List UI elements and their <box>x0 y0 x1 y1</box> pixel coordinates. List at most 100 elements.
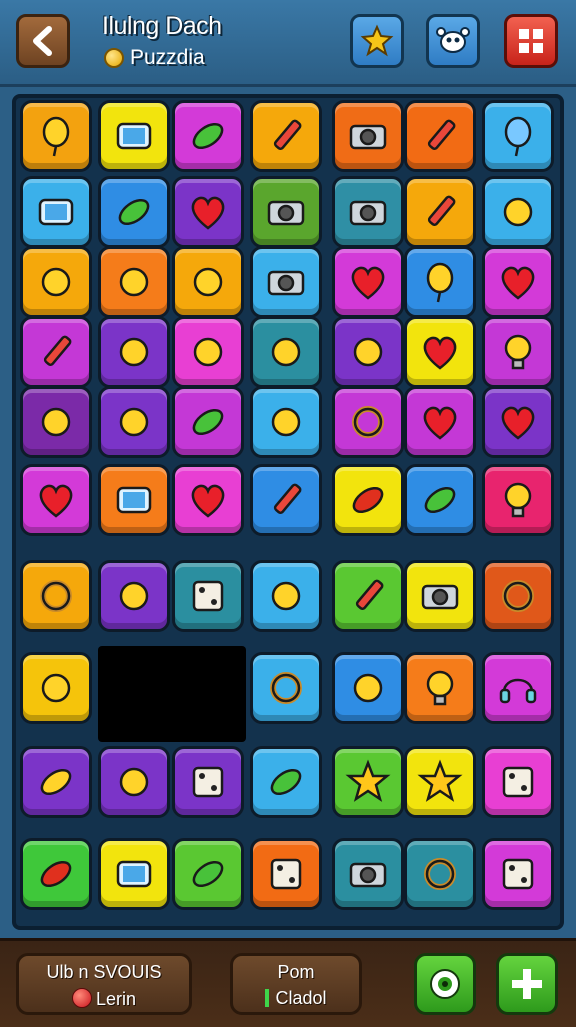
tile-marker[interactable] <box>250 100 322 172</box>
left-panel-line2-row: Lerin <box>19 988 189 1010</box>
tile-phone-case[interactable] <box>98 464 170 536</box>
tile-banana[interactable] <box>20 746 92 818</box>
radio-icon <box>267 270 305 296</box>
character-button[interactable] <box>426 14 480 68</box>
eye-refresh-button[interactable] <box>414 953 476 1015</box>
tile-leaf[interactable] <box>172 386 244 458</box>
tile-chili[interactable] <box>332 464 404 536</box>
tile-speech[interactable] <box>172 838 244 910</box>
tile-hairdryer[interactable] <box>98 746 170 818</box>
tile-phone[interactable] <box>98 838 170 910</box>
tile-dragon[interactable] <box>20 246 92 318</box>
tile-bean[interactable] <box>20 838 92 910</box>
tile-leaf-pot[interactable] <box>250 746 322 818</box>
lightbulb-icon <box>504 334 532 370</box>
tile-bird[interactable] <box>250 386 322 458</box>
grid-menu-button[interactable] <box>504 14 558 68</box>
cheese-icon <box>193 337 223 367</box>
tile-lightbulb[interactable] <box>482 316 554 388</box>
tile-gear-ring[interactable] <box>404 838 476 910</box>
tile-flashlight[interactable] <box>250 316 322 388</box>
tile-joystick[interactable] <box>20 652 92 724</box>
pencil-icon <box>43 335 72 366</box>
tile-water-drop[interactable] <box>482 100 554 172</box>
tile-dice[interactable] <box>172 560 244 632</box>
subtitle: Puzzdia <box>130 46 205 69</box>
green-bar-icon <box>265 989 270 1007</box>
pickle-icon <box>192 122 224 150</box>
empty-cell <box>98 646 246 742</box>
tile-pickle[interactable] <box>172 100 244 172</box>
tile-camera[interactable] <box>332 176 404 248</box>
tile-heart[interactable] <box>404 316 476 388</box>
tile-bottle[interactable] <box>98 386 170 458</box>
center-panel-line2-row: Cladol <box>233 988 359 1009</box>
tile-cucumber[interactable] <box>98 176 170 248</box>
tile-heart[interactable] <box>482 386 554 458</box>
tile-ring[interactable] <box>20 560 92 632</box>
drops-icon <box>119 337 149 367</box>
tile-balloon[interactable] <box>404 246 476 318</box>
leaf-pot-icon <box>270 768 302 796</box>
tile-leaf-pen[interactable] <box>404 176 476 248</box>
tile-scooter[interactable] <box>98 560 170 632</box>
tile-donut[interactable] <box>332 386 404 458</box>
tile-heart-balloon[interactable] <box>404 386 476 458</box>
tile-star[interactable] <box>332 746 404 818</box>
tile-rolling-pin[interactable] <box>20 386 92 458</box>
tile-balloon[interactable] <box>20 100 92 172</box>
left-panel-line2: Lerin <box>95 989 137 1009</box>
back-button[interactable] <box>16 14 70 68</box>
tile-book[interactable] <box>172 746 244 818</box>
tile-tablet[interactable] <box>98 100 170 172</box>
tile-cookie[interactable] <box>250 560 322 632</box>
tile-machine[interactable] <box>332 100 404 172</box>
tile-frame[interactable] <box>482 746 554 818</box>
speech-icon <box>192 860 224 888</box>
left-info-panel[interactable]: Ulb n SVOUIS Lerin <box>16 953 192 1015</box>
tile-pen[interactable] <box>404 100 476 172</box>
star-badge-button[interactable] <box>350 14 404 68</box>
tile-crayon[interactable] <box>332 560 404 632</box>
star-icon <box>345 759 391 802</box>
tile-star[interactable] <box>404 746 476 818</box>
tile-grass[interactable] <box>172 246 244 318</box>
tile-pig[interactable] <box>98 246 170 318</box>
headphones-icon <box>499 678 537 704</box>
tile-lightbulb[interactable] <box>404 652 476 724</box>
tile-toaster[interactable] <box>250 176 322 248</box>
pig-icon <box>119 267 149 297</box>
tile-camera[interactable] <box>332 838 404 910</box>
tile-speech[interactable] <box>404 464 476 536</box>
tile-radio[interactable] <box>250 246 322 318</box>
tile-phone[interactable] <box>20 176 92 248</box>
tile-picture-frame[interactable] <box>482 838 554 910</box>
tile-lightbulb[interactable] <box>482 464 554 536</box>
tile-heart[interactable] <box>332 246 404 318</box>
center-info-panel[interactable]: Pom Cladol <box>230 953 362 1015</box>
tile-heart-balloon[interactable] <box>482 246 554 318</box>
tile-no-sign[interactable] <box>482 560 554 632</box>
tile-device[interactable] <box>404 560 476 632</box>
tile-heart[interactable] <box>20 464 92 536</box>
tile-box[interactable] <box>250 838 322 910</box>
tile-drops[interactable] <box>98 316 170 388</box>
bottle-icon <box>119 407 149 437</box>
tile-heart[interactable] <box>172 176 244 248</box>
tile-cheese[interactable] <box>172 316 244 388</box>
tile-tools[interactable] <box>482 176 554 248</box>
tile-heart[interactable] <box>172 464 244 536</box>
tools-icon <box>503 197 533 227</box>
cookie-icon <box>271 581 301 611</box>
heart-icon <box>423 336 457 370</box>
add-button[interactable] <box>496 953 558 1015</box>
tile-headphones[interactable] <box>482 652 554 724</box>
tile-puzzle[interactable] <box>332 316 404 388</box>
tile-marker[interactable] <box>250 464 322 536</box>
tile-pencil[interactable] <box>20 316 92 388</box>
flashlight-icon <box>271 337 301 367</box>
speech-icon <box>424 486 456 514</box>
tile-hammer[interactable] <box>332 652 404 724</box>
tile-magnifier[interactable] <box>250 652 322 724</box>
donut-icon <box>352 406 384 438</box>
